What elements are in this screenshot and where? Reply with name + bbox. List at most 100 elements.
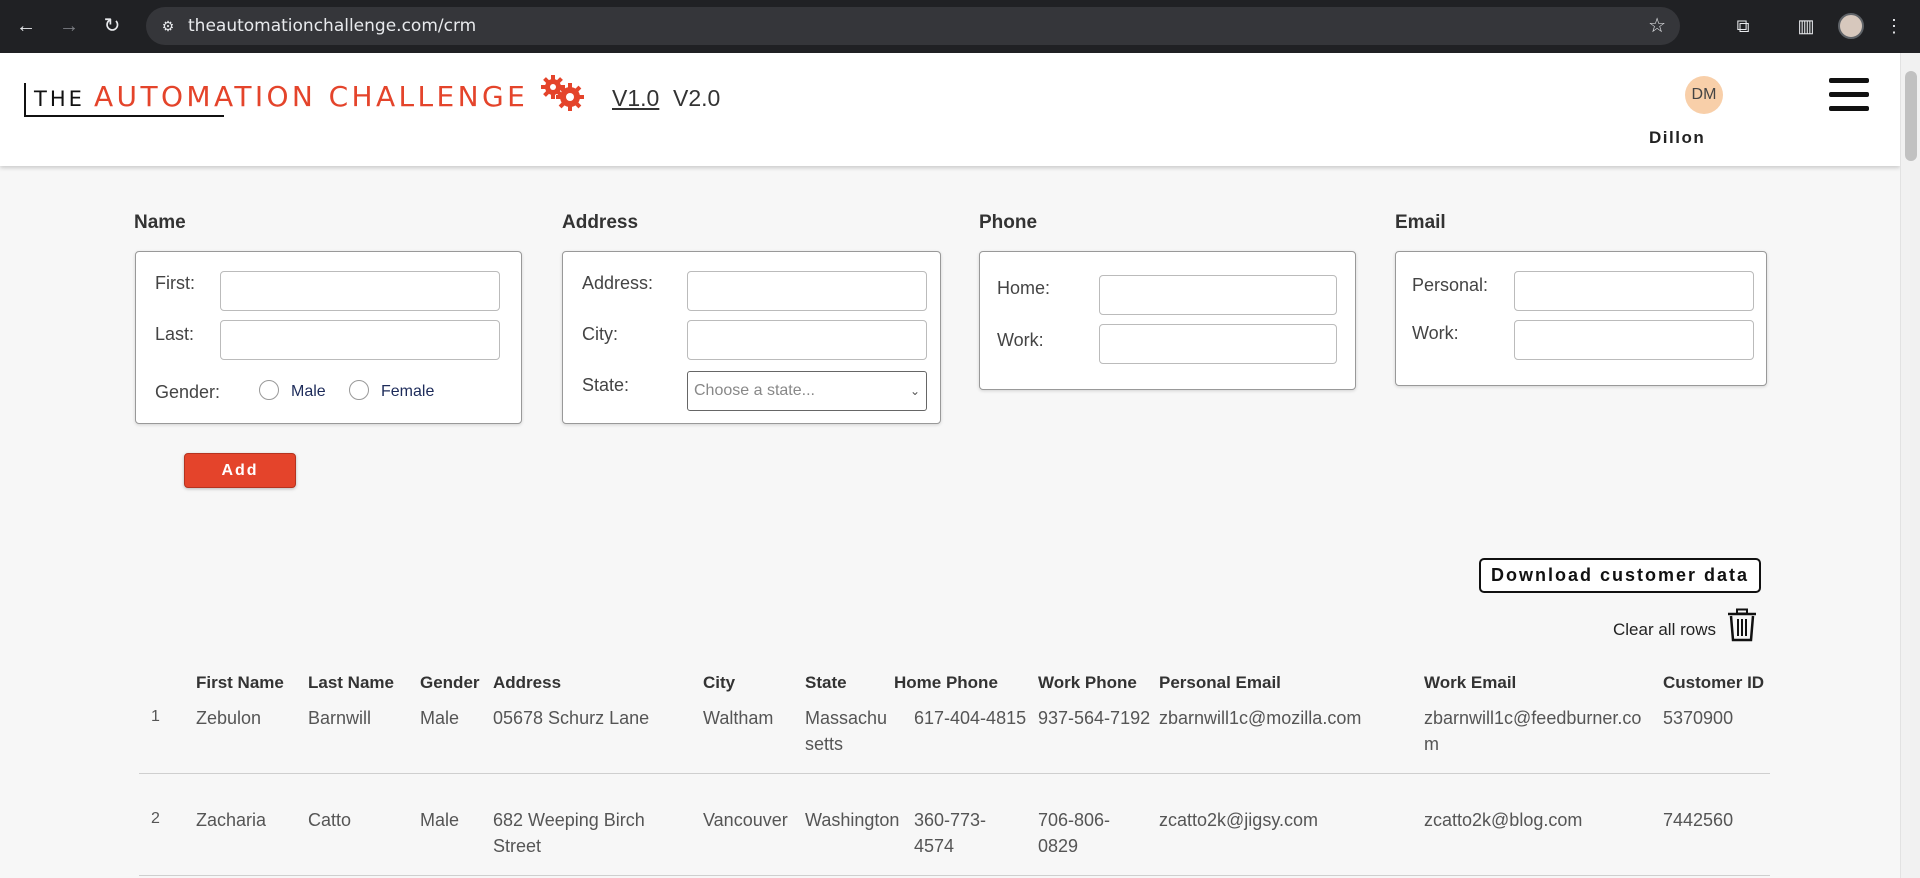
add-button[interactable]: Add	[184, 453, 296, 488]
col-header-customer-id: Customer ID	[1663, 673, 1765, 692]
phone-fieldset: Home: Work:	[979, 251, 1356, 390]
work-email-label: Work:	[1412, 323, 1459, 343]
email-section-title: Email	[1395, 212, 1446, 233]
state-select[interactable]: Choose a state... ⌄	[687, 371, 927, 411]
address-fieldset: Address: City: State: Choose a state... …	[562, 251, 941, 424]
cell-first-name: Zacharia	[196, 810, 267, 830]
last-name-input[interactable]	[220, 320, 500, 360]
work-phone-label: Work:	[997, 330, 1044, 350]
cell-address: 05678 Schurz Lane	[493, 708, 650, 728]
work-phone-input[interactable]	[1099, 324, 1337, 364]
url-text[interactable]: theautomationchallenge.com/crm	[188, 7, 476, 45]
col-header-city: City	[703, 673, 736, 692]
row-number: 1	[151, 708, 160, 725]
last-name-label: Last:	[155, 324, 195, 344]
email-fieldset: Personal: Work:	[1395, 251, 1767, 386]
address-label: Address:	[582, 273, 654, 293]
cell-last-name: Catto	[308, 810, 352, 830]
cell-first-name: Zebulon	[196, 708, 262, 728]
bookmark-star-icon[interactable]: ☆	[1648, 15, 1666, 37]
address-bar[interactable]: ⚙ theautomationchallenge.com/crm ☆	[146, 7, 1680, 45]
name-fieldset: First: Last: Gender: Male Female	[135, 251, 522, 424]
logo-the-text: THE	[34, 87, 85, 111]
clear-all-rows-label[interactable]: Clear all rows	[1613, 620, 1716, 640]
cell-state: Massachusetts	[805, 708, 888, 754]
site-logo[interactable]: THE AUTOMATION CHALLENGE	[24, 77, 525, 141]
chevron-down-icon: ⌄	[909, 384, 920, 398]
row-divider	[139, 875, 1770, 876]
col-header-work-phone: Work Phone	[1038, 673, 1137, 692]
cell-personal-email: zcatto2k@jigsy.com	[1159, 810, 1318, 830]
cell-gender: Male	[420, 708, 460, 728]
address-input[interactable]	[687, 271, 927, 311]
col-header-personal-email: Personal Email	[1159, 673, 1281, 692]
logo-bracket-vertical	[24, 83, 26, 117]
col-header-work-email: Work Email	[1424, 673, 1517, 692]
col-header-state: State	[805, 673, 847, 692]
scrollbar-thumb[interactable]	[1905, 71, 1917, 161]
reload-icon[interactable]: ↻	[98, 12, 126, 40]
gears-icon	[541, 75, 584, 111]
cell-work-email: zbarnwill1c@feedburner.com	[1424, 708, 1642, 754]
personal-email-input[interactable]	[1514, 271, 1754, 311]
hamburger-menu-icon[interactable]	[1829, 78, 1869, 112]
side-panel-icon[interactable]: ▥	[1792, 12, 1820, 40]
female-label[interactable]: Female	[381, 383, 434, 401]
version-2-link[interactable]: V2.0	[673, 85, 720, 112]
download-customer-data-button[interactable]: Download customer data	[1479, 558, 1761, 593]
state-label: State:	[582, 375, 630, 395]
col-header-last-name: Last Name	[308, 673, 394, 692]
male-label[interactable]: Male	[291, 383, 326, 401]
address-section-title: Address	[562, 212, 639, 233]
cell-address: 682 Weeping Birch Street	[493, 810, 645, 856]
cell-personal-email: zbarnwill1c@mozilla.com	[1159, 708, 1362, 728]
cell-city: Waltham	[703, 708, 774, 728]
first-name-input[interactable]	[220, 271, 500, 311]
name-section-title: Name	[134, 212, 186, 233]
cell-customer-id: 5370900	[1663, 708, 1734, 728]
logo-bracket-horizontal	[24, 115, 224, 117]
col-header-gender: Gender	[420, 673, 480, 692]
male-radio[interactable]	[259, 380, 279, 400]
cell-gender: Male	[420, 810, 460, 830]
home-phone-label: Home:	[997, 278, 1051, 298]
row-number: 2	[151, 810, 160, 827]
cell-work-phone: 937-564-7192	[1038, 708, 1151, 728]
site-settings-icon[interactable]: ⚙	[158, 16, 178, 36]
state-select-placeholder: Choose a state...	[694, 382, 815, 399]
cell-home-phone: 617-404-4815	[914, 708, 1027, 728]
female-radio[interactable]	[349, 380, 369, 400]
site-header: THE AUTOMATION CHALLENGE V1.0 V2.0 DM Di…	[0, 53, 1900, 166]
forward-icon[interactable]: →	[55, 12, 83, 40]
city-input[interactable]	[687, 320, 927, 360]
user-name: Dillon	[1649, 128, 1706, 147]
home-phone-input[interactable]	[1099, 275, 1337, 315]
back-icon[interactable]: ←	[12, 12, 40, 40]
row-divider	[139, 773, 1770, 774]
user-avatar[interactable]: DM	[1685, 76, 1723, 114]
cell-state: Washington	[805, 810, 900, 830]
page-scrollbar[interactable]	[1900, 53, 1920, 878]
col-header-home-phone: Home Phone	[894, 673, 998, 692]
cell-work-phone: 706-806-0829	[1038, 810, 1111, 856]
logo-main-text: AUTOMATION CHALLENGE	[94, 80, 529, 113]
col-header-first-name: First Name	[196, 673, 284, 692]
profile-avatar-icon[interactable]	[1838, 13, 1864, 39]
personal-email-label: Personal:	[1412, 275, 1489, 295]
cell-work-email: zcatto2k@blog.com	[1424, 810, 1583, 830]
city-label: City:	[582, 324, 618, 344]
extensions-icon[interactable]: ⧉	[1729, 12, 1757, 40]
gender-label: Gender:	[155, 382, 221, 402]
browser-menu-icon[interactable]: ⋮	[1880, 12, 1908, 40]
browser-toolbar: ← → ↻ ⚙ theautomationchallenge.com/crm ☆…	[0, 0, 1920, 53]
first-name-label: First:	[155, 273, 195, 293]
phone-section-title: Phone	[979, 212, 1038, 233]
col-header-address: Address	[493, 673, 562, 692]
work-email-input[interactable]	[1514, 320, 1754, 360]
trash-icon[interactable]	[1727, 608, 1757, 642]
cell-city: Vancouver	[703, 810, 788, 830]
cell-last-name: Barnwill	[308, 708, 372, 728]
cell-home-phone: 360-773-4574	[914, 810, 987, 856]
cell-customer-id: 7442560	[1663, 810, 1734, 830]
version-1-link[interactable]: V1.0	[612, 85, 659, 112]
